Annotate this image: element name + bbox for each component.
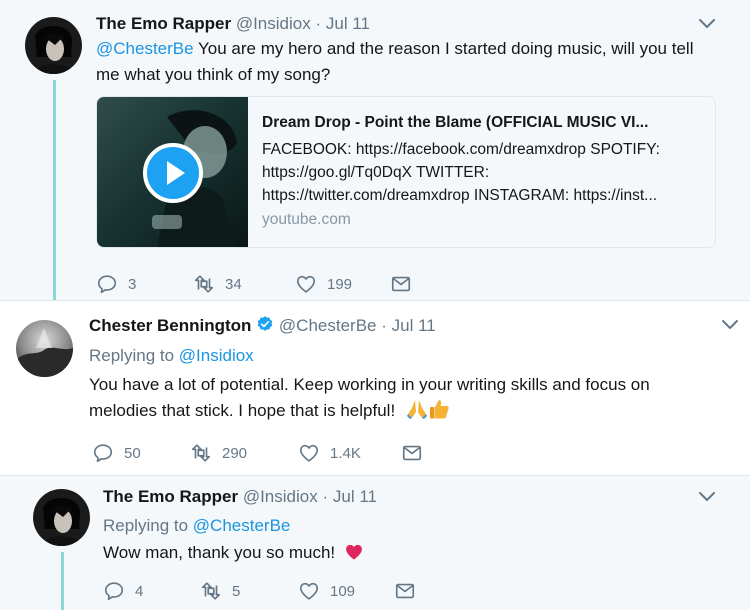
replying-to-label: Replying to [103,516,193,535]
reply-icon [92,442,114,464]
card-description-line: https://goo.gl/Tq0DqX TWITTER: [262,164,490,181]
avatar[interactable] [16,320,73,377]
tweet-actions: 4 5 109 [103,579,423,603]
message-icon [394,580,416,602]
tweet-text: Wow man, thank you so much! [103,540,703,566]
retweet-icon [200,580,222,602]
retweet-count: 5 [232,582,241,600]
replying-to-label: Replying to [89,346,179,365]
thread-line [53,80,56,300]
mention-link[interactable]: @ChesterBe [96,39,194,58]
chevron-down-icon[interactable] [720,318,740,332]
reply-button[interactable]: 4 [103,579,143,603]
replying-to: Replying to @Insidiox [89,346,254,366]
message-icon [390,273,412,295]
like-button[interactable]: 199 [295,272,352,296]
replying-to: Replying to @ChesterBe [103,516,290,536]
chevron-down-icon[interactable] [697,490,717,504]
card-description-line: https://twitter.com/dreamxdrop INSTAGRAM… [262,187,658,204]
avatar[interactable] [25,17,82,74]
tweet-text-line: You have a lot of potential. Keep workin… [89,375,650,394]
tweet-date[interactable]: Jul 11 [326,14,370,33]
tweet-text-line: You are my hero and the reason I started… [193,39,694,58]
tweet-text-line: Wow man, thank you so much! [103,543,336,562]
heart-icon [298,442,320,464]
tweet-date[interactable]: Jul 11 [392,316,436,335]
thumbs-up-emoji [429,400,449,419]
retweet-button[interactable]: 34 [193,272,242,296]
like-count: 109 [330,582,356,600]
play-icon[interactable] [142,142,204,204]
card-description: FACEBOOK: https://facebook.com/dreamxdro… [262,138,707,207]
like-button[interactable]: 1.4K [298,441,361,465]
reply-count: 50 [124,444,141,462]
display-name[interactable]: The Emo Rapper [103,487,238,506]
reply-count: 3 [128,275,137,293]
retweet-icon [193,273,215,295]
tweet-text: @ChesterBe You are my hero and the reaso… [96,36,736,88]
user-handle[interactable]: @ChesterBe [279,316,377,335]
user-handle[interactable]: @Insidiox [243,487,318,506]
reply-icon [96,273,118,295]
message-button[interactable] [390,272,422,296]
reply-button[interactable]: 50 [92,441,141,465]
tweet-text: You have a lot of potential. Keep workin… [89,372,729,424]
replying-to-link[interactable]: @Insidiox [179,346,254,365]
message-icon [401,442,423,464]
display-name[interactable]: Chester Bennington [89,316,251,335]
retweet-count: 34 [225,275,242,293]
tweet-actions: 3 34 199 [96,272,426,296]
heart-icon [298,580,320,602]
tweet-header: Chester Bennington @ChesterBe · Jul 11 [89,315,436,336]
link-card[interactable]: Dream Drop - Point the Blame (OFFICIAL M… [96,96,716,248]
card-title: Dream Drop - Point the Blame (OFFICIAL M… [262,114,649,131]
retweet-count: 290 [222,444,248,462]
tweet-header: The Emo Rapper @Insidiox · Jul 11 [103,487,377,507]
like-count: 1.4K [330,444,361,462]
tweet-text-line: me what you think of my song? [96,65,331,84]
chevron-down-icon[interactable] [697,17,717,31]
heart-icon [295,273,317,295]
card-description-line: FACEBOOK: https://facebook.com/dreamxdro… [262,141,660,158]
video-thumbnail[interactable] [97,97,248,247]
avatar[interactable] [33,489,90,546]
separator-dot: · [322,487,329,506]
retweet-button[interactable]: 290 [190,441,247,465]
tweet-date[interactable]: Jul 11 [333,487,377,506]
red-heart-emoji [345,544,362,560]
folded-hands-emoji [406,400,427,419]
tweet-actions: 50 290 1.4K [92,441,432,465]
reply-button[interactable]: 3 [96,272,136,296]
tweet-original[interactable]: The Emo Rapper @Insidiox · Jul 11 @Chest… [0,0,750,300]
separator-dot: · [315,14,322,33]
card-domain: youtube.com [262,211,351,228]
message-button[interactable] [401,441,433,465]
thread-line [61,552,64,610]
tweet-text-line: melodies that stick. I hope that is help… [89,401,396,420]
reply-count: 4 [135,582,144,600]
like-button[interactable]: 109 [298,579,355,603]
display-name[interactable]: The Emo Rapper [96,14,231,33]
tweet-header: The Emo Rapper @Insidiox · Jul 11 [96,14,370,34]
verified-badge-icon [257,316,273,331]
like-count: 199 [327,275,353,293]
message-button[interactable] [394,579,426,603]
replying-to-link[interactable]: @ChesterBe [193,516,291,535]
tweet-reply[interactable]: Chester Bennington @ChesterBe · Jul 11 R… [0,300,750,476]
separator-dot: · [381,316,387,335]
reply-icon [103,580,125,602]
user-handle[interactable]: @Insidiox [236,14,311,33]
retweet-button[interactable]: 5 [200,579,240,603]
retweet-icon [190,442,212,464]
tweet-reply[interactable]: The Emo Rapper @Insidiox · Jul 11 Replyi… [0,476,750,610]
